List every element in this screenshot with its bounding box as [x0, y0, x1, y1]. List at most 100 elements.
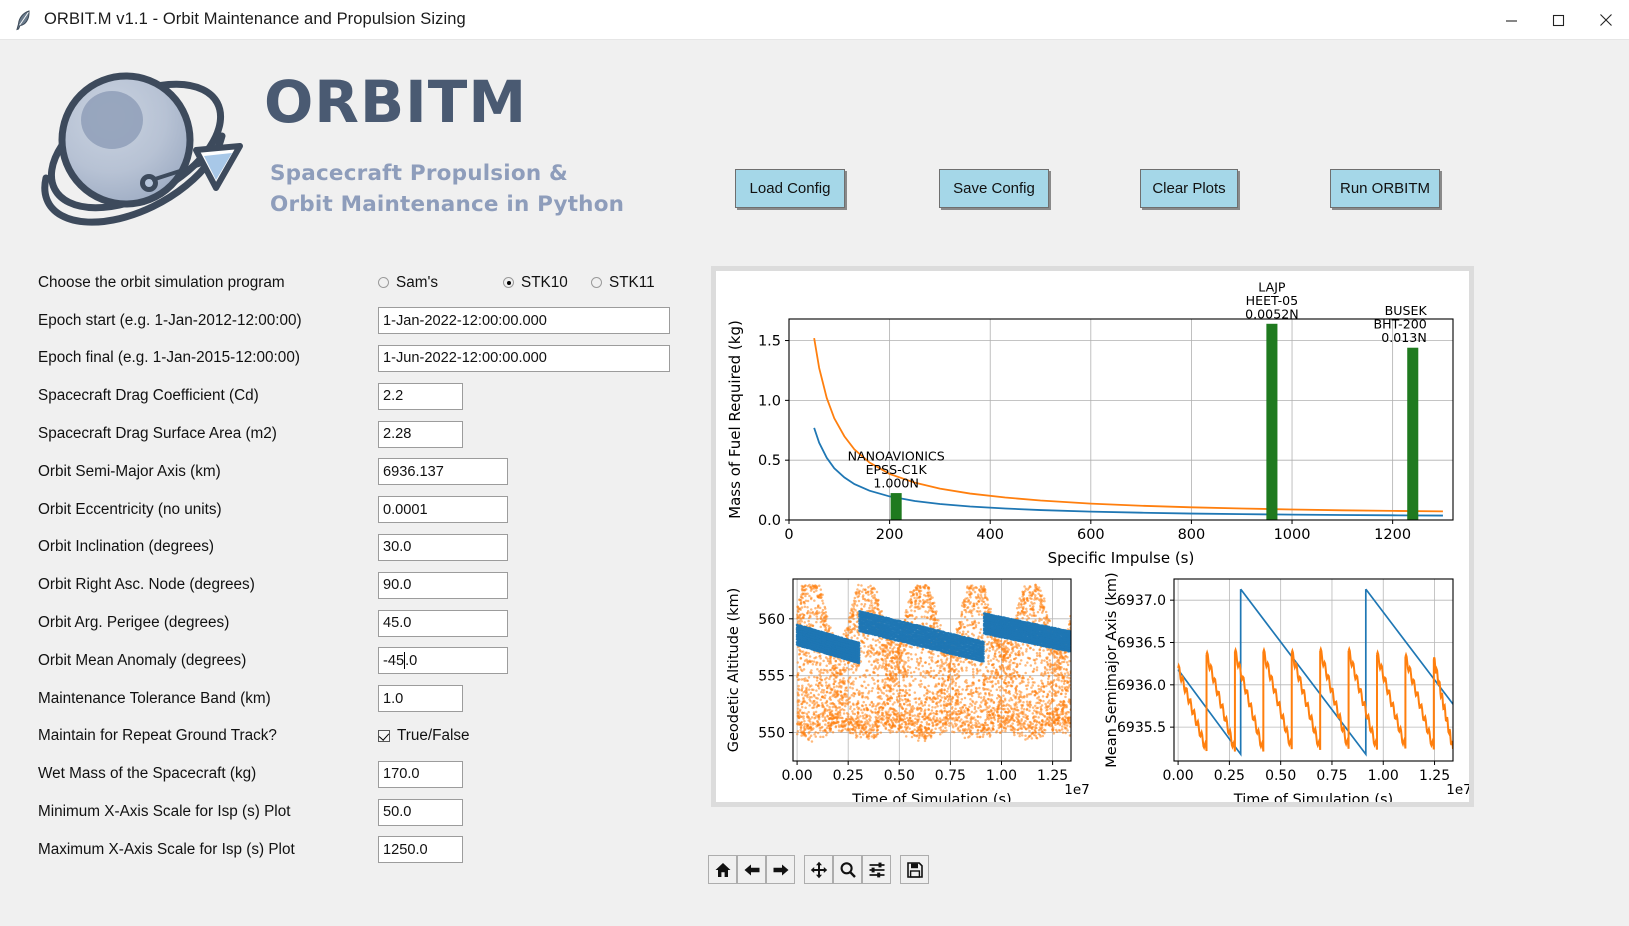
field-label-minimum-x-axis-scale-for-isp-s-plot: Minimum X-Axis Scale for Isp (s) Plot [38, 803, 291, 821]
svg-text:400: 400 [976, 527, 1004, 543]
input-orbit-semi-major-axis-km[interactable]: 6936.137 [378, 458, 508, 486]
program-radio-group: Sam's STK10 STK11 [378, 274, 655, 292]
radio-stk11[interactable]: STK11 [591, 274, 655, 292]
program-label: Choose the orbit simulation program [38, 273, 285, 291]
form-row-wet-mass-of-the-spacecraft-kg: Wet Mass of the Spacecraft (kg) 170.0 [38, 755, 698, 793]
magnifier-icon[interactable] [833, 855, 862, 884]
input-value-text: -45 [383, 652, 405, 669]
logo-wordmark: ORBITM [264, 68, 528, 136]
form-row-orbit-arg-perigee-degrees: Orbit Arg. Perigee (degrees) 45.0 [38, 604, 698, 642]
thruster-label: 1.000N [873, 476, 918, 491]
checkbox-label: True/False [397, 727, 470, 745]
x-axis-exponent: 1e7 [1064, 782, 1089, 798]
field-label-orbit-right-asc-node-degrees: Orbit Right Asc. Node (degrees) [38, 576, 255, 594]
floppy-disk-icon[interactable] [900, 855, 929, 884]
radio-sams[interactable]: Sam's [378, 274, 503, 292]
x-axis-label: Time of Simulation (s) [1233, 792, 1393, 802]
svg-text:200: 200 [876, 527, 904, 543]
logo-tagline-1: Spacecraft Propulsion & [270, 161, 568, 186]
svg-text:0.5: 0.5 [758, 453, 781, 469]
maximize-button[interactable] [1535, 0, 1582, 40]
arrow-left-icon[interactable] [737, 855, 766, 884]
svg-text:0: 0 [784, 527, 793, 543]
radio-circle-sams [378, 277, 389, 289]
input-value-text: 1-Jun-2022-12:00:00.000 [383, 350, 547, 367]
svg-text:1.0: 1.0 [758, 393, 781, 409]
close-button[interactable] [1582, 0, 1629, 40]
app-logo: ORBITM Spacecraft Propulsion & Orbit Mai… [26, 58, 686, 228]
form-row-orbit-inclination-degrees: Orbit Inclination (degrees) 30.0 [38, 529, 698, 567]
radio-label-sams: Sam's [396, 273, 439, 291]
matplotlib-figure[interactable]: NANOAVIONICSEPSS-C1K1.000NLAJPHEET-050.0… [716, 271, 1469, 802]
svg-text:1200: 1200 [1374, 527, 1411, 543]
repeat-ground-track-label: Maintain for Repeat Ground Track? [38, 727, 277, 745]
y-axis-label: Mass of Fuel Required (kg) [726, 320, 744, 519]
input-value-text: 6936.137 [383, 463, 444, 480]
field-label-orbit-eccentricity-no-units: Orbit Eccentricity (no units) [38, 500, 222, 518]
input-value-text: 30.0 [383, 539, 412, 556]
field-label-orbit-inclination-degrees: Orbit Inclination (degrees) [38, 538, 214, 556]
clear-plots-button[interactable]: Clear Plots [1140, 169, 1238, 208]
radio-stk10[interactable]: STK10 [503, 274, 591, 292]
sliders-icon[interactable] [862, 855, 891, 884]
thruster-label: 0.013N [1381, 330, 1426, 345]
minimize-button[interactable] [1488, 0, 1535, 40]
window-title: ORBIT.M v1.1 - Orbit Maintenance and Pro… [44, 10, 466, 28]
x-axis-label: Specific Impulse (s) [1048, 549, 1195, 567]
arrow-right-icon[interactable] [766, 855, 795, 884]
load-config-button[interactable]: Load Config [735, 169, 845, 208]
thruster-bar-0 [890, 493, 902, 520]
input-maximum-x-axis-scale-for-isp-s-plot[interactable]: 1250.0 [378, 836, 463, 864]
radio-label-stk10: STK10 [521, 273, 568, 291]
field-label-spacecraft-drag-surface-area-m2: Spacecraft Drag Surface Area (m2) [38, 425, 277, 443]
form-row-spacecraft-drag-coefficient-cd: Spacecraft Drag Coefficient (Cd) 2.2 [38, 377, 698, 415]
input-value-text: 45.0 [383, 615, 412, 632]
input-orbit-inclination-degrees[interactable]: 30.0 [378, 533, 508, 561]
svg-text:800: 800 [1178, 527, 1206, 543]
configuration-form: Choose the orbit simulation program Sam'… [38, 264, 698, 869]
form-row-orbit-semi-major-axis-km: Orbit Semi-Major Axis (km) 6936.137 [38, 453, 698, 491]
input-value-text: 170.0 [383, 766, 420, 783]
form-row-minimum-x-axis-scale-for-isp-s-plot: Minimum X-Axis Scale for Isp (s) Plot 50.… [38, 793, 698, 831]
field-label-orbit-semi-major-axis-km: Orbit Semi-Major Axis (km) [38, 462, 221, 480]
input-value-text: 2.2 [383, 388, 404, 405]
repeat-ground-track-checkbox[interactable]: True/False [378, 727, 470, 745]
run-orbitm-button[interactable]: Run ORBITM [1330, 169, 1440, 208]
logo-tagline-2: Orbit Maintenance in Python [270, 192, 625, 217]
input-epoch-final-e-g-1-jan-2015-12-00-00[interactable]: 1-Jun-2022-12:00:00.000 [378, 344, 670, 372]
input-orbit-mean-anomaly-degrees[interactable]: -45.0 [378, 647, 508, 675]
input-value-text: 0.0001 [383, 501, 428, 518]
form-row-orbit-eccentricity-no-units: Orbit Eccentricity (no units) 0.0001 [38, 491, 698, 529]
input-minimum-x-axis-scale-for-isp-s-plot[interactable]: 50.0 [378, 798, 463, 826]
home-icon[interactable] [708, 855, 737, 884]
form-row-epoch-start-e-g-1-jan-2012-12-00-00: Epoch start (e.g. 1-Jan-2012-12:00:00) 1-… [38, 302, 698, 340]
x-axis-exponent: 1e7 [1446, 782, 1469, 798]
thruster-bar-2 [1407, 347, 1419, 520]
thruster-bar-1 [1266, 323, 1278, 520]
window-controls [1488, 0, 1629, 40]
input-value-text: 2.28 [383, 426, 412, 443]
svg-text:1000: 1000 [1274, 527, 1311, 543]
save-config-button[interactable]: Save Config [939, 169, 1049, 208]
input-maintenance-tolerance-band-km[interactable]: 1.0 [378, 685, 463, 713]
feather-icon [10, 9, 38, 31]
radio-label-stk11: STK11 [609, 273, 655, 291]
svg-text:0.0: 0.0 [758, 513, 781, 529]
move-icon[interactable] [804, 855, 833, 884]
input-orbit-arg-perigee-degrees[interactable]: 45.0 [378, 609, 508, 637]
plots-panel: NANOAVIONICS EPSS-C1K 1.000N LAJP HEET-05 0.0… [711, 266, 1474, 807]
form-row-orbit-mean-anomaly-degrees: Orbit Mean Anomaly (degrees) -45.0 [38, 642, 698, 680]
input-orbit-right-asc-node-degrees[interactable]: 90.0 [378, 571, 508, 599]
input-value-text: 90.0 [383, 577, 412, 594]
form-row-maintenance-tolerance-band-km: Maintenance Tolerance Band (km) 1.0 [38, 680, 698, 718]
input-wet-mass-of-the-spacecraft-kg[interactable]: 170.0 [378, 760, 463, 788]
field-label-orbit-arg-perigee-degrees: Orbit Arg. Perigee (degrees) [38, 614, 230, 632]
input-spacecraft-drag-coefficient-cd[interactable]: 2.2 [378, 382, 463, 410]
input-orbit-eccentricity-no-units[interactable]: 0.0001 [378, 496, 508, 524]
form-row-orbit-right-asc-node-degrees: Orbit Right Asc. Node (degrees) 90.0 [38, 566, 698, 604]
y-axis-label: Geodetic Altitude (km) [726, 588, 742, 753]
matplotlib-navigation-toolbar [708, 855, 929, 884]
input-epoch-start-e-g-1-jan-2012-12-00-00[interactable]: 1-Jan-2022-12:00:00.000 [378, 307, 670, 335]
field-label-spacecraft-drag-coefficient-cd: Spacecraft Drag Coefficient (Cd) [38, 387, 259, 405]
input-spacecraft-drag-surface-area-m2[interactable]: 2.28 [378, 420, 463, 448]
